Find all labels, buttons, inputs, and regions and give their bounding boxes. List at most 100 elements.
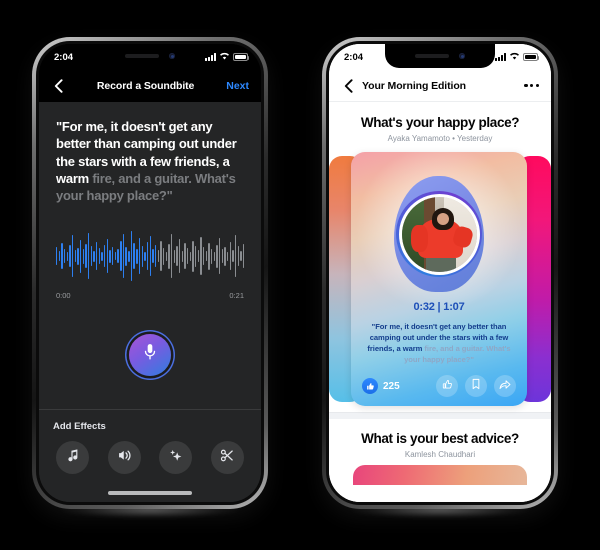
cellular-bars-icon: [205, 53, 216, 61]
waveform-bar: [85, 244, 87, 269]
sparkles-icon: [168, 448, 183, 468]
feed: What's your happy place? Ayaka Yamamoto …: [329, 102, 551, 502]
status-icons: [205, 52, 250, 63]
like-button[interactable]: [436, 375, 458, 397]
add-effects-panel: Add Effects: [39, 409, 261, 484]
question-meta: Ayaka Yamamoto • Yesterday: [387, 134, 493, 143]
waveform-bar: [210, 248, 213, 264]
waveform-end-time: 0:21: [229, 291, 244, 301]
waveform-bar: [133, 243, 135, 270]
waveform-bar: [128, 250, 130, 262]
waveform-bar: [189, 251, 191, 261]
microphone-icon: [143, 343, 157, 366]
wifi-icon: [219, 52, 230, 63]
save-button[interactable]: [465, 375, 487, 397]
effect-music-button[interactable]: [56, 441, 89, 474]
waveform-bar: [162, 247, 165, 265]
record-button[interactable]: [129, 333, 171, 376]
record-button-zone: [39, 300, 261, 409]
avatar-container: [380, 170, 498, 298]
waveform-bar: [216, 244, 218, 268]
waveform-bar: [77, 247, 79, 265]
effect-sparkles-button[interactable]: [159, 441, 193, 474]
status-time: 2:04: [54, 51, 74, 63]
waveform-bar: [96, 242, 98, 271]
scissors-icon: [220, 448, 235, 468]
audio-waveform[interactable]: [56, 228, 245, 284]
next-card-peek[interactable]: [329, 465, 551, 485]
waveform-bar: [232, 250, 234, 263]
waveform-bar: [186, 248, 189, 265]
like-count: 225: [383, 380, 400, 392]
waveform-bar: [72, 235, 74, 278]
waveform-bar: [243, 244, 245, 269]
waveform-bar: [146, 242, 149, 271]
waveform-bar: [208, 242, 210, 270]
waveform-bar: [74, 250, 77, 263]
back-chevron-icon[interactable]: [51, 79, 65, 93]
share-arrow-icon: [499, 377, 511, 395]
front-camera-icon: [459, 53, 465, 59]
effect-trim-button[interactable]: [210, 441, 244, 474]
soundbite-card[interactable]: 0:32 | 1:07 "For me, it doesn't get any …: [351, 152, 527, 406]
more-options-icon[interactable]: [524, 83, 539, 88]
waveform-bar: [138, 238, 141, 275]
waveform-bar: [165, 251, 167, 261]
soundbite-carousel[interactable]: 0:32 | 1:07 "For me, it doesn't get any …: [329, 152, 551, 406]
waveform-bar: [64, 249, 66, 264]
add-effects-label: Add Effects: [53, 421, 106, 432]
waveform-bar: [178, 239, 181, 274]
waveform-bar: [66, 251, 69, 261]
phone-right: 2:04 Your Morning Edition What's your ha…: [322, 37, 558, 509]
front-camera-icon: [169, 53, 175, 59]
waveform-bar: [88, 233, 90, 280]
question-title: What's your happy place?: [360, 115, 520, 130]
notch-right: [385, 44, 495, 68]
waveform-bar: [152, 249, 154, 264]
waveform-bar: [58, 251, 61, 262]
avatar-ring: [396, 191, 482, 277]
waveform-bar: [202, 247, 205, 266]
waveform-bar: [168, 243, 170, 269]
sound-effects-icon: [117, 448, 132, 468]
page-title: Your Morning Edition: [362, 79, 466, 92]
waveform-bar: [224, 246, 226, 266]
battery-icon: [233, 53, 250, 61]
like-count-pill[interactable]: 225: [362, 378, 400, 394]
transcript: "For me, it doesn't get any better than …: [39, 102, 261, 204]
waveform-bar: [93, 250, 95, 262]
thumbs-up-icon: [442, 377, 453, 395]
waveform-bar: [181, 250, 183, 262]
morning-edition-screen: 2:04 Your Morning Edition What's your ha…: [329, 44, 551, 502]
waveform-bar: [218, 238, 221, 275]
waveform-bar: [192, 240, 194, 272]
waveform-bar: [221, 249, 224, 264]
wifi-icon: [509, 52, 520, 63]
back-chevron-icon[interactable]: [341, 78, 355, 93]
question-header: What's your happy place? Ayaka Yamamoto …: [329, 102, 551, 152]
effects-row: [53, 441, 247, 474]
waveform-bar: [227, 251, 229, 261]
waveform-bar: [144, 251, 146, 261]
waveform-bar: [141, 245, 143, 267]
waveform-bar: [173, 249, 175, 263]
waveform-bar: [101, 251, 103, 261]
waveform-bar: [82, 248, 85, 264]
phone-right-bezel: 2:04 Your Morning Edition What's your ha…: [326, 41, 554, 505]
next-question-header[interactable]: What is your best advice? Kamlesh Chaudh…: [329, 419, 551, 465]
page-title: Record a Soundbite: [96, 80, 195, 92]
next-button[interactable]: Next: [226, 80, 249, 92]
bookmark-icon: [471, 377, 481, 395]
waveform-bar: [197, 250, 199, 263]
phone-left: 2:04 Record a Soundbite Next "For me, it…: [32, 37, 268, 509]
waveform-bar: [194, 245, 197, 267]
next-question-author: Kamlesh Chaudhari: [404, 450, 476, 459]
waveform-times: 0:00 0:21: [56, 291, 244, 300]
cellular-bars-icon: [495, 53, 506, 61]
effect-sound-button[interactable]: [107, 441, 141, 474]
earpiece-speaker-icon: [125, 54, 159, 58]
card-action-buttons: [436, 375, 516, 397]
waveform-bar: [80, 239, 82, 273]
share-button[interactable]: [494, 375, 516, 397]
earpiece-speaker-icon: [415, 54, 449, 58]
